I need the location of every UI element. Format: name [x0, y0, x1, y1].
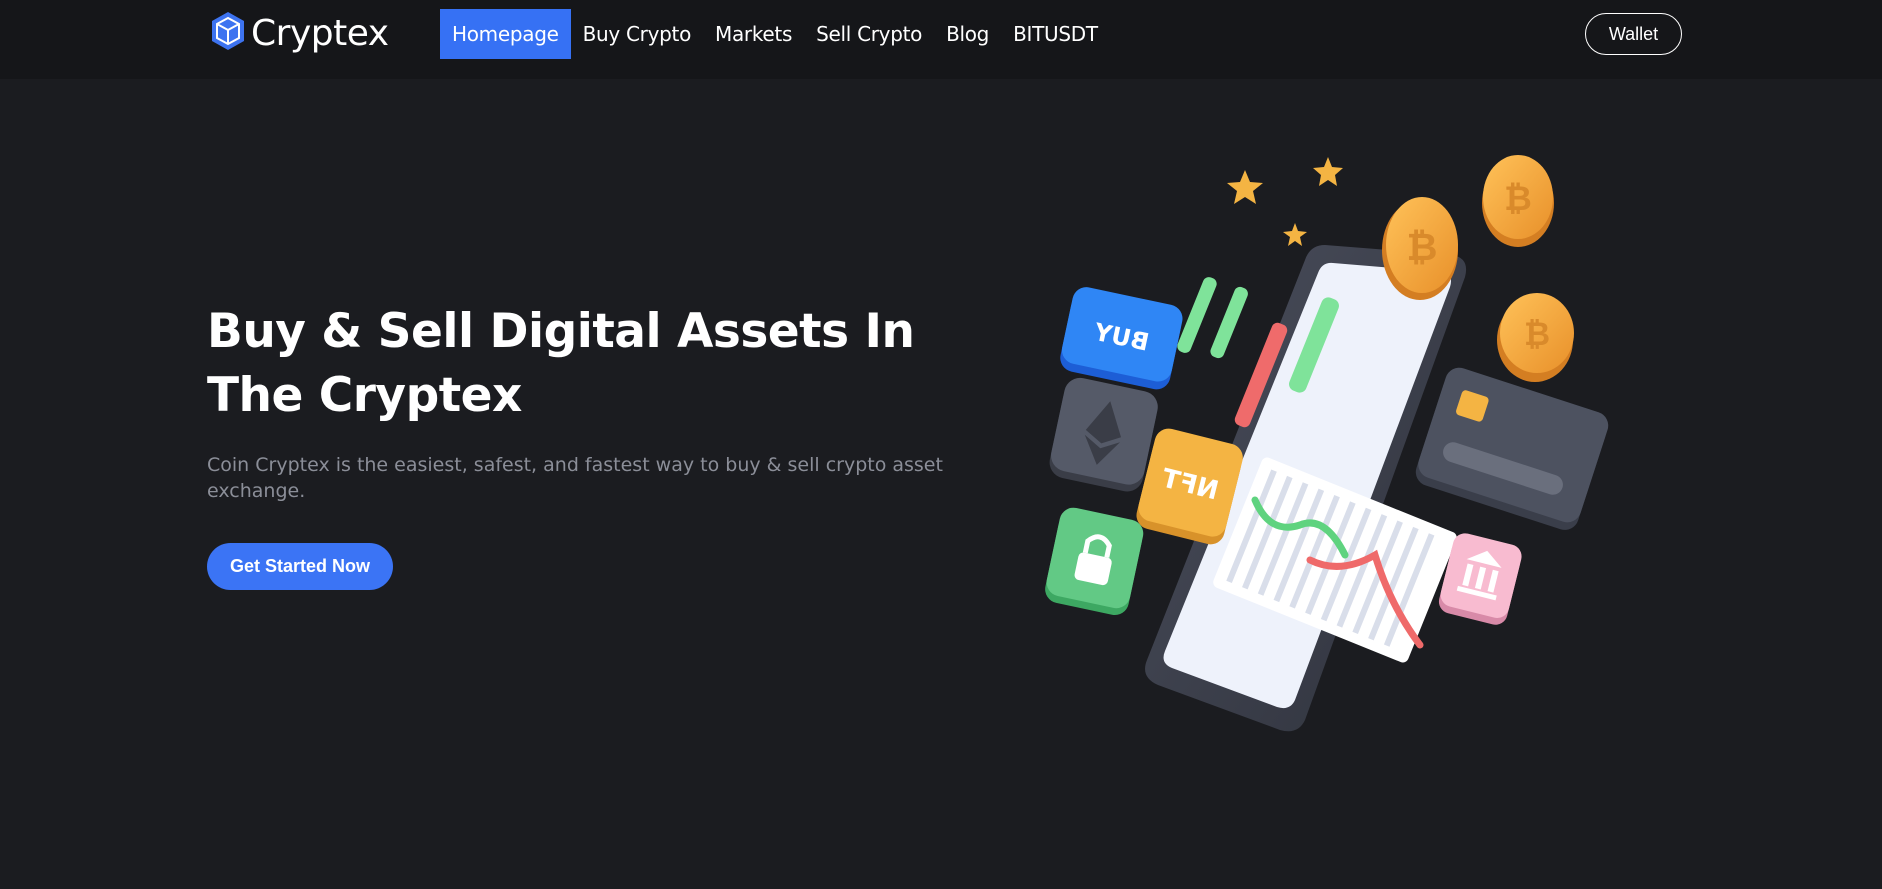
star-icon [1313, 157, 1343, 186]
svg-text:₿: ₿ [1524, 315, 1550, 353]
cube-logo-icon [209, 10, 247, 56]
buy-tile-icon: BUY [1060, 287, 1183, 390]
nav-sell-crypto[interactable]: Sell Crypto [804, 9, 934, 59]
nav-markets[interactable]: Markets [703, 9, 804, 59]
hero-subtitle: Coin Cryptex is the easiest, safest, and… [207, 454, 943, 502]
brand-name: Cryptex [251, 12, 389, 54]
brand-logo[interactable]: Cryptex [209, 10, 389, 56]
svg-text:₿: ₿ [1504, 179, 1532, 219]
nav-buy-crypto[interactable]: Buy Crypto [571, 9, 703, 59]
star-icon [1283, 223, 1307, 246]
ethereum-tile-icon [1049, 377, 1158, 492]
bitcoin-coin-icon: ₿ [1497, 293, 1574, 382]
main-nav: Homepage Buy Crypto Markets Sell Crypto … [440, 9, 1110, 59]
bitcoin-coin-icon: ₿ [1382, 197, 1458, 300]
star-icon [1227, 170, 1263, 204]
get-started-button[interactable]: Get Started Now [207, 543, 393, 590]
lock-tile-icon [1045, 507, 1144, 616]
top-navbar: Cryptex Homepage Buy Crypto Markets Sell… [0, 0, 1882, 79]
hero-illustration: ₿ ₿ ₿ BUY NFT [1040, 145, 1610, 745]
nav-homepage[interactable]: Homepage [440, 9, 571, 59]
svg-text:₿: ₿ [1407, 225, 1438, 269]
bitcoin-coin-icon: ₿ [1482, 155, 1554, 247]
credit-card-icon [1415, 367, 1609, 530]
hero-title: Buy & Sell Digital Assets In The Cryptex [207, 304, 915, 423]
nav-bitusdt[interactable]: BITUSDT [1001, 9, 1110, 59]
wallet-button[interactable]: Wallet [1585, 13, 1682, 55]
nav-blog[interactable]: Blog [934, 9, 1001, 59]
